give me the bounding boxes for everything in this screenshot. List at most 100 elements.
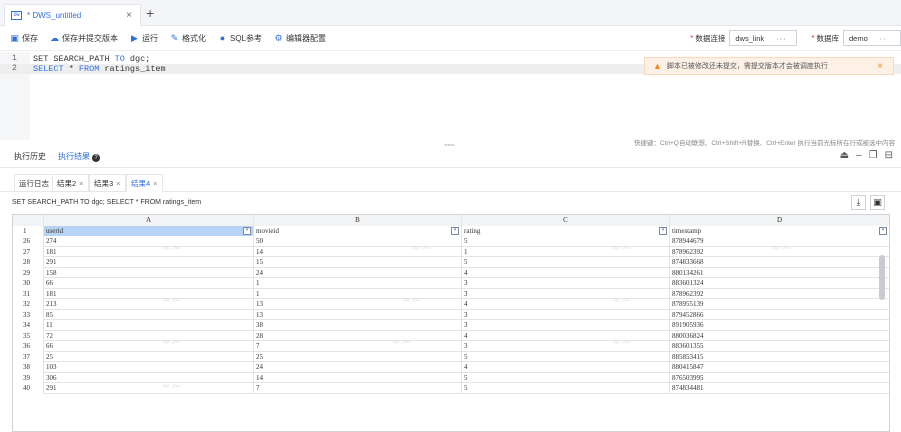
column-header[interactable]: timestamp ▾ — [670, 225, 889, 236]
data-cell[interactable]: 891905936 — [670, 320, 889, 331]
data-cell[interactable]: 274 — [44, 236, 254, 247]
data-cell[interactable]: 306 — [44, 372, 254, 383]
data-cell[interactable]: 885853415 — [670, 352, 889, 363]
minimize-icon[interactable]: – — [856, 150, 862, 161]
data-cell[interactable]: 66 — [44, 278, 254, 289]
corner-cell[interactable] — [13, 215, 44, 226]
close-alert-icon[interactable]: × — [877, 61, 883, 72]
data-cell[interactable]: 883601324 — [670, 278, 889, 289]
download-button[interactable]: ⤓ — [851, 195, 866, 210]
data-cell[interactable]: 880036824 — [670, 331, 889, 342]
data-cell[interactable]: 25 — [254, 351, 462, 362]
sub-tab-log[interactable]: 运行日志 — [14, 174, 54, 192]
filter-dropdown-icon[interactable]: ▾ — [659, 226, 667, 235]
result-grid[interactable]: A B C D 1 userid ▾ movieid ▾ rating ▾ timestamp ▾ 26 2… — [12, 214, 890, 432]
data-cell[interactable]: 3 — [462, 309, 670, 320]
data-cell[interactable]: 13 — [254, 299, 462, 310]
data-cell[interactable]: 24 — [254, 267, 462, 278]
data-cell[interactable]: 14 — [254, 372, 462, 383]
more-icon[interactable]: ··· — [776, 34, 787, 43]
data-cell[interactable]: 28 — [254, 330, 462, 341]
run-button[interactable]: ▶ 运行 — [130, 33, 158, 44]
data-cell[interactable]: 291 — [44, 383, 254, 394]
close-icon[interactable]: × — [116, 179, 120, 188]
data-cell[interactable]: 213 — [44, 299, 254, 310]
data-cell[interactable]: 5 — [462, 236, 670, 247]
data-cell[interactable]: 874833668 — [670, 257, 889, 268]
filter-dropdown-icon[interactable]: ▾ — [451, 226, 459, 235]
data-cell[interactable]: 15 — [254, 257, 462, 268]
data-cell[interactable]: 3 — [462, 341, 670, 352]
data-cell[interactable]: 72 — [44, 330, 254, 341]
data-cell[interactable]: 5 — [462, 372, 670, 383]
column-header[interactable]: movieid ▾ — [254, 225, 462, 236]
data-cell[interactable]: 4 — [462, 267, 670, 278]
data-cell[interactable]: 878944679 — [670, 236, 889, 247]
data-connection-select[interactable]: dws_link ··· — [729, 30, 798, 46]
data-cell[interactable]: 876503995 — [670, 373, 889, 384]
save-button[interactable]: ▣ 保存 — [10, 33, 38, 44]
data-cell[interactable]: 7 — [254, 383, 462, 394]
data-cell[interactable]: 24 — [254, 362, 462, 373]
data-cell[interactable]: 1 — [254, 288, 462, 299]
data-cell[interactable]: 103 — [44, 362, 254, 373]
save-result-button[interactable]: ▣ — [870, 195, 885, 210]
data-cell[interactable]: 4 — [462, 299, 670, 310]
column-letter[interactable]: C — [462, 215, 670, 226]
data-cell[interactable]: 4 — [462, 330, 670, 341]
column-letter[interactable]: B — [254, 215, 462, 226]
data-cell[interactable]: 66 — [44, 341, 254, 352]
maximize-icon[interactable]: ⊟ — [885, 150, 893, 161]
data-cell[interactable]: 13 — [254, 309, 462, 320]
help-icon[interactable]: ? — [92, 154, 100, 162]
sql-reference-button[interactable]: ● SQL参考 — [218, 33, 262, 44]
data-cell[interactable]: 5 — [462, 257, 670, 268]
editor-config-button[interactable]: ⚙ 编辑器配置 — [274, 33, 326, 44]
data-cell[interactable]: 7 — [254, 341, 462, 352]
column-header[interactable]: rating ▾ — [462, 225, 670, 236]
data-cell[interactable]: 1 — [462, 246, 670, 257]
data-cell[interactable]: 1 — [254, 278, 462, 289]
data-cell[interactable]: 3 — [462, 278, 670, 289]
grid-scrollbar[interactable] — [879, 255, 885, 300]
filter-dropdown-icon[interactable]: ▾ — [243, 226, 251, 235]
data-cell[interactable]: 883601355 — [670, 341, 889, 352]
data-cell[interactable]: 25 — [44, 351, 254, 362]
data-cell[interactable]: 181 — [44, 246, 254, 257]
script-tab[interactable]: DW * DWS_untitled × — [4, 4, 141, 26]
data-cell[interactable]: 4 — [462, 362, 670, 373]
more-icon[interactable]: ·· — [880, 34, 887, 43]
data-cell[interactable]: 85 — [44, 309, 254, 320]
add-tab-button[interactable]: + — [146, 5, 154, 21]
data-cell[interactable]: 38 — [254, 320, 462, 331]
export-icon[interactable]: ⏏ — [840, 150, 849, 161]
column-letter[interactable]: A — [44, 215, 254, 226]
data-cell[interactable]: 5 — [462, 351, 670, 362]
data-cell[interactable]: 181 — [44, 288, 254, 299]
data-cell[interactable]: 880134261 — [670, 268, 889, 279]
data-cell[interactable]: 3 — [462, 320, 670, 331]
sub-tab-result4[interactable]: 结果4 × — [126, 174, 163, 192]
data-cell[interactable]: 50 — [254, 236, 462, 247]
data-cell[interactable]: 880415847 — [670, 362, 889, 373]
save-submit-button[interactable]: ☁ 保存并提交版本 — [50, 33, 118, 44]
sub-tab-result3[interactable]: 结果3 × — [89, 174, 126, 192]
column-letter[interactable]: D — [670, 215, 889, 226]
data-cell[interactable]: 158 — [44, 267, 254, 278]
data-cell[interactable]: 879452866 — [670, 310, 889, 321]
data-cell[interactable]: 878955139 — [670, 299, 889, 310]
data-cell[interactable]: 3 — [462, 288, 670, 299]
data-cell[interactable]: 874834481 — [670, 383, 889, 394]
close-icon[interactable]: × — [79, 179, 83, 188]
close-tab-icon[interactable]: × — [126, 10, 132, 21]
data-cell[interactable]: 11 — [44, 320, 254, 331]
tab-result[interactable]: 执行结果? — [58, 151, 100, 162]
column-header[interactable]: userid ▾ — [44, 225, 254, 236]
data-cell[interactable]: 878962392 — [670, 289, 889, 300]
filter-dropdown-icon[interactable]: ▾ — [879, 226, 887, 235]
close-icon[interactable]: × — [153, 179, 157, 188]
data-cell[interactable]: 291 — [44, 257, 254, 268]
format-button[interactable]: ✎ 格式化 — [170, 33, 206, 44]
restore-icon[interactable]: ❐ — [869, 150, 878, 161]
data-cell[interactable]: 5 — [462, 383, 670, 394]
